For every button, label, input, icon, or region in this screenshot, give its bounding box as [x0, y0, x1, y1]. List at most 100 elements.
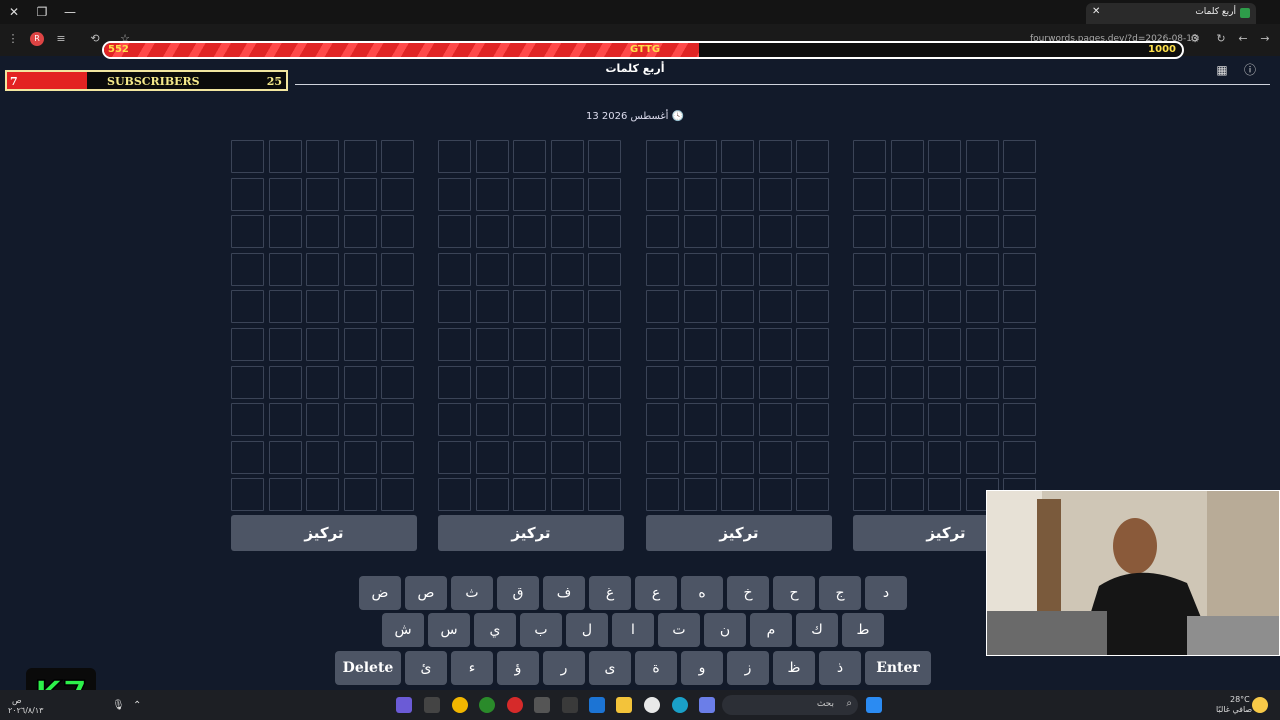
letter-key[interactable]: ء	[451, 651, 493, 685]
letter-cell	[231, 440, 264, 474]
letter-cell	[438, 365, 471, 399]
letter-key[interactable]: غ	[589, 576, 631, 610]
sync-icon[interactable]: ⟲	[88, 32, 102, 46]
letter-cell	[796, 403, 829, 437]
weather-icon[interactable]	[1252, 697, 1268, 713]
letter-cell	[646, 215, 679, 249]
forward-icon[interactable]: ←	[1236, 32, 1250, 46]
extensions-icon[interactable]: ≡	[54, 32, 68, 46]
letter-key[interactable]: ز	[727, 651, 769, 685]
tray-chevron-icon[interactable]: ⌃	[133, 700, 141, 711]
app-icon[interactable]	[534, 697, 550, 713]
edge-icon[interactable]	[672, 697, 688, 713]
letter-key[interactable]: ك	[796, 613, 838, 647]
tune-icon[interactable]: ⚙	[1188, 32, 1202, 46]
windows-start-icon[interactable]	[866, 697, 882, 713]
letter-cell	[928, 365, 961, 399]
letter-cell	[343, 177, 377, 211]
letter-cell	[438, 327, 471, 361]
letter-key[interactable]: ق	[497, 576, 539, 610]
letter-key[interactable]: ؤ	[497, 651, 539, 685]
letter-key[interactable]: ل	[566, 613, 608, 647]
search-placeholder: بحث	[816, 699, 834, 709]
letter-key[interactable]: م	[750, 613, 792, 647]
letter-key[interactable]: ه	[681, 576, 723, 610]
letter-cell	[646, 177, 679, 211]
tab-title: أربع كلمات	[1195, 7, 1236, 17]
letter-cell	[381, 365, 414, 399]
close-tab-icon[interactable]: ✕	[1092, 6, 1100, 17]
letter-key[interactable]: ج	[819, 576, 861, 610]
letter-key[interactable]: خ	[727, 576, 769, 610]
file-explorer-icon[interactable]	[616, 697, 632, 713]
webcam-overlay	[986, 490, 1280, 656]
header-divider	[295, 84, 1270, 85]
letter-key[interactable]: د	[865, 576, 907, 610]
letter-cell	[438, 290, 471, 324]
back-icon[interactable]: →	[1258, 32, 1272, 46]
letter-key[interactable]: ث	[451, 576, 493, 610]
chrome-icon[interactable]	[452, 697, 468, 713]
letter-key[interactable]: ة	[635, 651, 677, 685]
letter-cell	[268, 365, 302, 399]
info-icon[interactable]: ⓘ	[1243, 63, 1257, 77]
letter-cell	[231, 403, 264, 437]
progress-current: 552	[108, 44, 129, 55]
letter-key[interactable]: ى	[589, 651, 631, 685]
letter-cell	[853, 365, 886, 399]
restore-window-icon[interactable]: ❐	[34, 4, 50, 20]
steam-icon[interactable]	[562, 697, 578, 713]
letter-key[interactable]: ي	[474, 613, 516, 647]
letter-cell	[965, 290, 999, 324]
letter-key[interactable]: س	[428, 613, 470, 647]
focus-button[interactable]: تركيز	[438, 515, 624, 551]
letter-key[interactable]: ظ	[773, 651, 815, 685]
subscriber-label: SUBSCRIBERS	[107, 75, 200, 88]
menu-dots-icon[interactable]: ⋮	[6, 32, 20, 46]
close-window-icon[interactable]: ✕	[6, 4, 22, 20]
letter-key[interactable]: ف	[543, 576, 585, 610]
focus-button[interactable]: تركيز	[231, 515, 417, 551]
profile-avatar[interactable]: R	[30, 32, 44, 46]
letter-cell	[588, 140, 621, 173]
letter-key[interactable]: ب	[520, 613, 562, 647]
letter-key[interactable]: ط	[842, 613, 884, 647]
letter-key[interactable]: ا	[612, 613, 654, 647]
copilot-icon[interactable]	[699, 697, 715, 713]
word-board-1: تركيز	[231, 140, 417, 551]
enter-key[interactable]: Enter	[865, 651, 931, 685]
letter-cell	[268, 215, 302, 249]
letter-cell	[513, 365, 546, 399]
opera-icon[interactable]	[507, 697, 523, 713]
discord-icon[interactable]	[396, 697, 412, 713]
letter-cell	[721, 177, 754, 211]
mail-icon[interactable]	[589, 697, 605, 713]
xbox-icon[interactable]	[479, 697, 495, 713]
letter-key[interactable]: ش	[382, 613, 424, 647]
letter-key[interactable]: ح	[773, 576, 815, 610]
obs-icon[interactable]	[424, 697, 440, 713]
microphone-icon[interactable]: 🎙	[112, 700, 125, 711]
delete-key[interactable]: Delete	[335, 651, 401, 685]
letter-cell	[550, 365, 584, 399]
letter-key[interactable]: ذ	[819, 651, 861, 685]
focus-button[interactable]: تركيز	[646, 515, 832, 551]
letter-key[interactable]: ر	[543, 651, 585, 685]
letter-cell	[513, 478, 546, 512]
letter-cell	[890, 290, 924, 324]
letter-cell	[513, 252, 546, 286]
google-icon[interactable]	[644, 697, 660, 713]
letter-key[interactable]: ن	[704, 613, 746, 647]
taskbar-search[interactable]: بحث ⌕	[722, 695, 858, 715]
reload-icon[interactable]: ↻	[1214, 32, 1228, 46]
minimize-window-icon[interactable]: —	[62, 4, 78, 20]
letter-key[interactable]: ت	[658, 613, 700, 647]
letter-key[interactable]: و	[681, 651, 723, 685]
browser-tab[interactable]: أربع كلمات ✕	[1086, 3, 1256, 24]
letter-cell	[646, 327, 679, 361]
letter-key[interactable]: ئ	[405, 651, 447, 685]
letter-key[interactable]: ص	[405, 576, 447, 610]
calendar-icon[interactable]: ▦	[1215, 63, 1229, 77]
letter-key[interactable]: ع	[635, 576, 677, 610]
letter-key[interactable]: ض	[359, 576, 401, 610]
